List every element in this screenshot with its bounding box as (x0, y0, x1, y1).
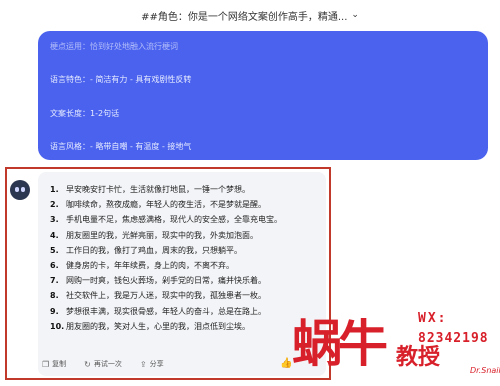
watermark-wx-label: WX: (418, 311, 448, 326)
copy-label: 复制 (52, 360, 67, 368)
conversation-header[interactable]: ##角色：你是一个网络文案创作高手，精通... ⌄ (0, 0, 500, 30)
item-text: 朋友圈的我，笑对人生，心里的我，泪点低到尘埃。 (66, 321, 250, 331)
item-number: 10. (50, 321, 65, 331)
copy-icon: ❐ (42, 359, 50, 369)
item-text: 手机电量不足，焦虑感满格，现代人的安全感，全靠充电宝。 (66, 215, 282, 225)
conversation-title[interactable]: ##角色：你是一个网络文案创作高手，精通... (141, 8, 347, 23)
item-text: 梦想很丰满，现实很骨感，年轻人的奋斗，总是在路上。 (66, 306, 266, 316)
list-item: 7. 网购一时爽，钱包火葬场，剁手党的日常，痛并快乐着。 (50, 273, 282, 288)
chevron-down-icon[interactable]: ⌄ (351, 10, 359, 20)
item-number: 3. (50, 215, 59, 225)
user-prompt-bubble: 梗点运用：恰到好处地融入流行梗词 语言特色：- 简洁有力 - 具有戏剧性反转 文… (38, 31, 488, 160)
item-text: 早安晚安打卡忙，生活就像打地鼠，一锤一个梦想。 (66, 185, 250, 195)
list-item: 1. 早安晚安打卡忙，生活就像打地鼠，一锤一个梦想。 (50, 182, 282, 197)
avatar-eye (15, 187, 19, 192)
list-item: 10. 朋友圈的我，笑对人生，心里的我，泪点低到尘埃。 (50, 319, 282, 334)
item-text: 健身房的卡，年年续费，身上的肉，不离不弃。 (66, 261, 234, 271)
item-text: 朋友圈里的我，光鲜亮丽，现实中的我，外卖加泡面。 (66, 230, 258, 240)
response-list: 1. 早安晚安打卡忙，生活就像打地鼠，一锤一个梦想。 2. 咖啡续命，熬夜成瘾，年轻… (50, 182, 282, 334)
item-text: 咖啡续命，熬夜成瘾，年轻人的夜生活，不是梦就是醒。 (66, 200, 266, 210)
response-actions: ❐ 复制 ↻ 再试一次 ⇪ 分享 (42, 359, 182, 369)
item-number: 5. (50, 245, 59, 255)
item-number: 7. (50, 276, 59, 286)
list-item: 5. 工作日的我，像打了鸡血，周末的我，只想躺平。 (50, 243, 282, 258)
assistant-avatar (10, 180, 30, 200)
share-icon: ⇪ (139, 359, 147, 369)
prompt-line: 语言特色：- 简洁有力 - 具有戏剧性反转 (50, 75, 192, 84)
list-item: 8. 社交软件上，我是万人迷，现实中的我，孤独患者一枚。 (50, 288, 282, 303)
assistant-response-bubble: 1. 早安晚安打卡忙，生活就像打地鼠，一锤一个梦想。 2. 咖啡续命，熬夜成瘾，年轻… (38, 172, 326, 376)
item-number: 1. (50, 185, 59, 195)
watermark-tag: Dr.Snail (470, 366, 500, 375)
item-number: 8. (50, 291, 59, 301)
list-item: 2. 咖啡续命，熬夜成瘾，年轻人的夜生活，不是梦就是醒。 (50, 197, 282, 212)
regenerate-label: 再试一次 (93, 360, 122, 368)
regenerate-button[interactable]: ↻ 再试一次 (84, 359, 122, 369)
item-number: 6. (50, 261, 59, 271)
item-number: 9. (50, 306, 59, 316)
item-text: 工作日的我，像打了鸡血，周末的我，只想躺平。 (66, 245, 242, 255)
watermark-brand: 蜗牛 (292, 315, 388, 373)
copy-button[interactable]: ❐ 复制 (42, 359, 66, 369)
prompt-line: 梗点运用：恰到好处地融入流行梗词 (50, 42, 178, 51)
list-item: 3. 手机电量不足，焦虑感满格，现代人的安全感，全靠充电宝。 (50, 212, 282, 227)
item-number: 4. (50, 230, 59, 240)
avatar-eye (21, 187, 25, 192)
watermark-number: 82342198 (418, 331, 489, 346)
item-text: 社交软件上，我是万人迷，现实中的我，孤独患者一枚。 (66, 291, 266, 301)
share-label: 分享 (149, 360, 164, 368)
item-number: 2. (50, 200, 59, 210)
item-text: 网购一时爽，钱包火葬场，剁手党的日常，痛并快乐着。 (66, 276, 266, 286)
share-button[interactable]: ⇪ 分享 (140, 359, 164, 369)
watermark-edu: 教授 (396, 345, 441, 370)
list-item: 9. 梦想很丰满，现实很骨感，年轻人的奋斗，总是在路上。 (50, 304, 282, 319)
prompt-line: 语言风格：- 略带自嘲 - 有温度 - 接地气 (50, 142, 192, 151)
list-item: 6. 健身房的卡，年年续费，身上的肉，不离不弃。 (50, 258, 282, 273)
refresh-icon: ↻ (84, 359, 91, 369)
list-item: 4. 朋友圈里的我，光鲜亮丽，现实中的我，外卖加泡面。 (50, 228, 282, 243)
prompt-line: 文案长度：1-2句话 (50, 109, 120, 118)
